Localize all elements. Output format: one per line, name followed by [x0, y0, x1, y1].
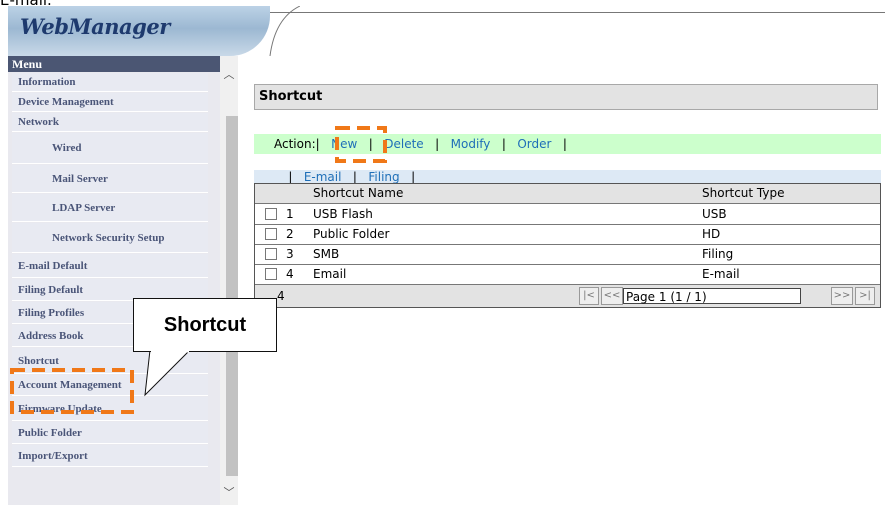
callout-pointer-cover [151, 349, 189, 353]
